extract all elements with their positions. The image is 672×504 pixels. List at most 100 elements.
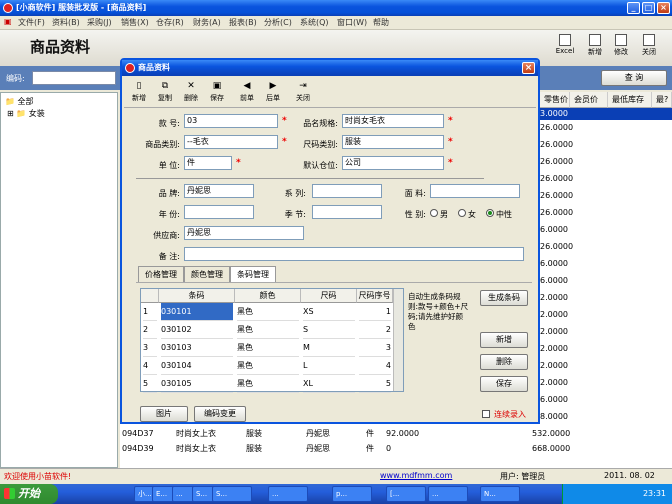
code-field[interactable]: 03 xyxy=(184,114,278,128)
barcode-cell-color[interactable]: 黑色 xyxy=(237,321,299,339)
taskbar-item[interactable]: ... xyxy=(428,486,468,502)
dialog-prev-button[interactable]: ◀ 前单 xyxy=(234,78,260,107)
image-button[interactable]: 图片 xyxy=(140,406,188,422)
gender-female-radio[interactable] xyxy=(458,209,466,217)
menu-file[interactable]: 文件(F) xyxy=(18,17,45,28)
barcode-cell-size[interactable]: XL xyxy=(303,375,355,393)
tab-price[interactable]: 价格管理 xyxy=(138,266,184,282)
menu-data[interactable]: 资料(B) xyxy=(52,17,80,28)
size-type-field[interactable]: 服装 xyxy=(342,135,444,149)
code-input[interactable] xyxy=(32,71,116,85)
grid-header-minstock[interactable]: 最低库存 xyxy=(608,92,652,108)
gender-male-radio[interactable] xyxy=(430,209,438,217)
barcode-cell-idx[interactable]: 1 xyxy=(143,303,157,321)
dialog-delete-button[interactable]: ✕ 删除 xyxy=(178,78,204,107)
barcode-cell-size[interactable]: M xyxy=(303,339,355,357)
taskbar-item[interactable]: S... xyxy=(212,486,252,502)
menu-analysis[interactable]: 分析(C) xyxy=(264,17,292,28)
dialog-close-tool-button[interactable]: ⇥ 关闭 xyxy=(290,78,316,107)
grid-header-more[interactable]: 最? xyxy=(652,92,672,108)
barcode-cell-idx[interactable]: 5 xyxy=(143,375,157,393)
close-toolbar-button[interactable]: 关闭 xyxy=(636,32,662,64)
warehouse-field-label: 默认仓位: xyxy=(303,161,338,170)
tree-root[interactable]: 📁 全部 xyxy=(5,96,34,107)
tree-child-women[interactable]: ⊞ 📁 女装 xyxy=(7,108,45,119)
dialog-add-button[interactable]: ▯ 新增 xyxy=(126,78,152,107)
fabric-field[interactable] xyxy=(430,184,520,198)
supplier-field[interactable]: 丹妮思 xyxy=(184,226,304,240)
grid-bottom-cell-cat: 服装 xyxy=(246,429,262,438)
grid-bottom-cell-code[interactable]: 094D39 xyxy=(122,443,154,455)
barcode-cell-size[interactable]: S xyxy=(303,321,355,339)
season-field[interactable] xyxy=(312,205,382,219)
continuous-entry-checkbox[interactable] xyxy=(482,410,490,418)
menu-report[interactable]: 报表(B) xyxy=(229,17,257,28)
barcode-add-button[interactable]: 新增 xyxy=(480,332,528,348)
barcode-scrollbar[interactable] xyxy=(393,289,403,391)
series-field[interactable] xyxy=(312,184,382,198)
barcode-cell-seq[interactable]: 3 xyxy=(359,339,391,357)
excel-button[interactable]: Excel xyxy=(552,32,578,64)
query-button[interactable]: 查 询 xyxy=(601,70,667,86)
barcode-cell-idx[interactable]: 3 xyxy=(143,339,157,357)
menu-system[interactable]: 系统(Q) xyxy=(300,17,329,28)
menu-stock[interactable]: 仓存(R) xyxy=(156,17,184,28)
status-site-link[interactable]: www.mdfmm.com xyxy=(380,471,452,480)
barcode-cell-seq[interactable]: 4 xyxy=(359,357,391,375)
barcode-cell-size[interactable]: L xyxy=(303,357,355,375)
remark-field[interactable] xyxy=(184,247,524,261)
menu-help[interactable]: 帮助 xyxy=(373,17,389,28)
barcode-delete-button[interactable]: 删除 xyxy=(480,354,528,370)
barcode-cell-seq[interactable]: 5 xyxy=(359,375,391,393)
generate-barcode-button[interactable]: 生成条码 xyxy=(480,290,528,306)
barcode-cell-seq[interactable]: 2 xyxy=(359,321,391,339)
grid-bottom-cell-code[interactable]: 094D37 xyxy=(122,428,154,440)
minimize-button[interactable]: _ xyxy=(627,2,640,14)
taskbar-item[interactable]: ... xyxy=(268,486,308,502)
taskbar-item[interactable]: p... xyxy=(332,486,372,502)
barcode-cell-color[interactable]: 黑色 xyxy=(237,357,299,375)
barcode-cell-idx[interactable]: 4 xyxy=(143,357,157,375)
taskbar-item[interactable]: N... xyxy=(480,486,520,502)
menu-window[interactable]: 窗口(W) xyxy=(337,17,367,28)
continuous-entry-label: 连续录入 xyxy=(494,410,526,419)
dialog-copy-button[interactable]: ⧉ 复制 xyxy=(152,78,178,107)
tab-barcode[interactable]: 条码管理 xyxy=(230,266,276,283)
barcode-cell-code[interactable]: 030104 xyxy=(161,357,233,375)
barcode-cell-size[interactable]: XS xyxy=(303,303,355,321)
gender-neutral-radio[interactable] xyxy=(486,209,494,217)
barcode-cell-seq[interactable]: 1 xyxy=(359,303,391,321)
dialog-close-button[interactable]: × xyxy=(522,62,535,74)
barcode-cell-code[interactable]: 030105 xyxy=(161,375,233,393)
taskbar-item[interactable]: [... xyxy=(386,486,426,502)
barcode-save-button[interactable]: 保存 xyxy=(480,376,528,392)
edit-button[interactable]: 修改 xyxy=(608,32,634,64)
menu-sales[interactable]: 销售(X) xyxy=(121,17,149,28)
menu-finance[interactable]: 财务(A) xyxy=(193,17,221,28)
grid-row-price: 6.0000 xyxy=(540,225,568,234)
add-button[interactable]: 新增 xyxy=(582,32,608,64)
dialog-next-button[interactable]: ▶ 后单 xyxy=(260,78,286,107)
dialog-save-button[interactable]: ▣ 保存 xyxy=(204,78,230,107)
brand-field[interactable]: 丹妮思 xyxy=(184,184,254,198)
close-button[interactable]: × xyxy=(657,2,670,14)
barcode-cell-code[interactable]: 030103 xyxy=(161,339,233,357)
name-field[interactable]: 时尚女毛衣 xyxy=(342,114,444,128)
start-button[interactable]: 开始 xyxy=(0,484,58,504)
barcode-cell-code[interactable]: 030101 xyxy=(161,303,233,321)
barcode-cell-color[interactable]: 黑色 xyxy=(237,339,299,357)
tab-color[interactable]: 颜色管理 xyxy=(184,266,230,282)
grid-header-member[interactable]: 会员价 xyxy=(570,92,608,108)
barcode-cell-color[interactable]: 黑色 xyxy=(237,303,299,321)
category-field[interactable]: --毛衣 xyxy=(184,135,278,149)
code-change-button[interactable]: 编码变更 xyxy=(194,406,246,422)
barcode-cell-idx[interactable]: 2 xyxy=(143,321,157,339)
year-field[interactable] xyxy=(184,205,254,219)
menu-purchase[interactable]: 采购(J) xyxy=(87,17,112,28)
barcode-cell-code[interactable]: 030102 xyxy=(161,321,233,339)
maximize-button[interactable]: □ xyxy=(642,2,655,14)
grid-header-retail[interactable]: 零售价 xyxy=(540,92,570,108)
warehouse-field[interactable]: 公司 xyxy=(342,156,444,170)
unit-field[interactable]: 件 xyxy=(184,156,232,170)
barcode-cell-color[interactable]: 黑色 xyxy=(237,375,299,393)
